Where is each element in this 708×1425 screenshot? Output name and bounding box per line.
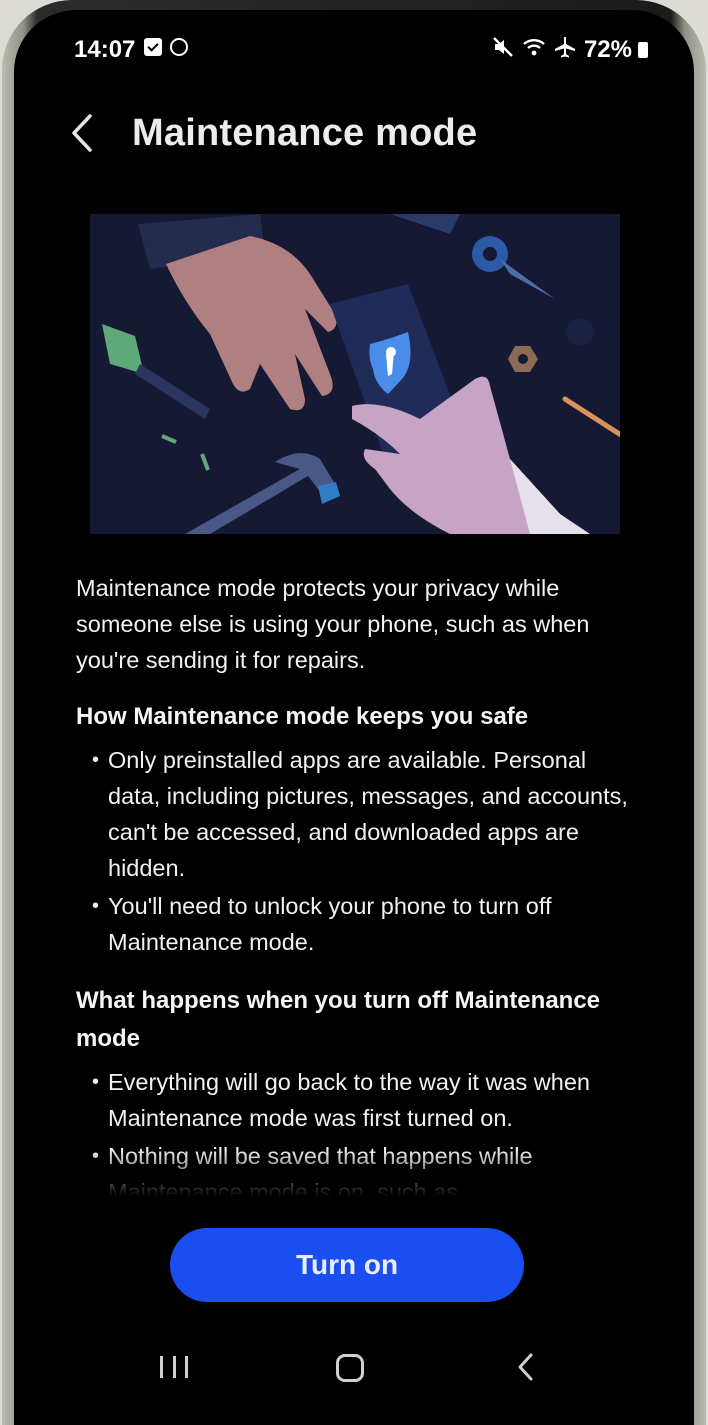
chevron-left-icon: [72, 114, 92, 152]
section-keeps-safe: How Maintenance mode keeps you safe Only…: [76, 698, 636, 960]
turn-on-button[interactable]: Turn on: [170, 1228, 524, 1302]
list-item: Everything will go back to the way it wa…: [92, 1064, 636, 1136]
section-heading: What happens when you turn off Maintenan…: [76, 987, 601, 1052]
screen: 14:07 72% Maintenance mode Maintenance m…: [14, 10, 694, 1425]
section-heading: How Maintenance mode keeps you safe: [76, 703, 529, 730]
status-right-group: 72%: [492, 36, 648, 64]
mute-icon: [492, 36, 514, 64]
app-header: Maintenance mode: [14, 102, 694, 172]
airplane-icon: [554, 36, 576, 64]
description-content: Maintenance mode protects your privacy w…: [76, 570, 636, 1202]
back-button[interactable]: [64, 108, 108, 158]
wifi-icon: [522, 36, 546, 64]
recent-apps-icon[interactable]: [160, 1356, 188, 1378]
intro-text: Maintenance mode protects your privacy w…: [76, 575, 590, 673]
list-item: Only preinstalled apps are available. Pe…: [92, 742, 636, 886]
battery-icon: [638, 42, 648, 58]
scroll-fade: [14, 1150, 694, 1205]
phone-frame: 14:07 72% Maintenance mode Maintenance m…: [2, 0, 706, 1425]
maintenance-illustration: [90, 214, 638, 534]
sync-icon: [170, 38, 188, 56]
bullet-list: Only preinstalled apps are available. Pe…: [76, 742, 636, 960]
navigation-bar: [14, 1330, 694, 1410]
status-bar: 14:07 72%: [14, 10, 694, 90]
back-icon[interactable]: [516, 1352, 536, 1382]
list-item: You'll need to unlock your phone to turn…: [92, 888, 636, 960]
screenshot-icon: [144, 38, 162, 56]
status-time: 14:07: [74, 36, 136, 63]
home-icon[interactable]: [336, 1354, 364, 1382]
page-title: Maintenance mode: [132, 112, 478, 154]
battery-percent: 72%: [583, 36, 632, 63]
